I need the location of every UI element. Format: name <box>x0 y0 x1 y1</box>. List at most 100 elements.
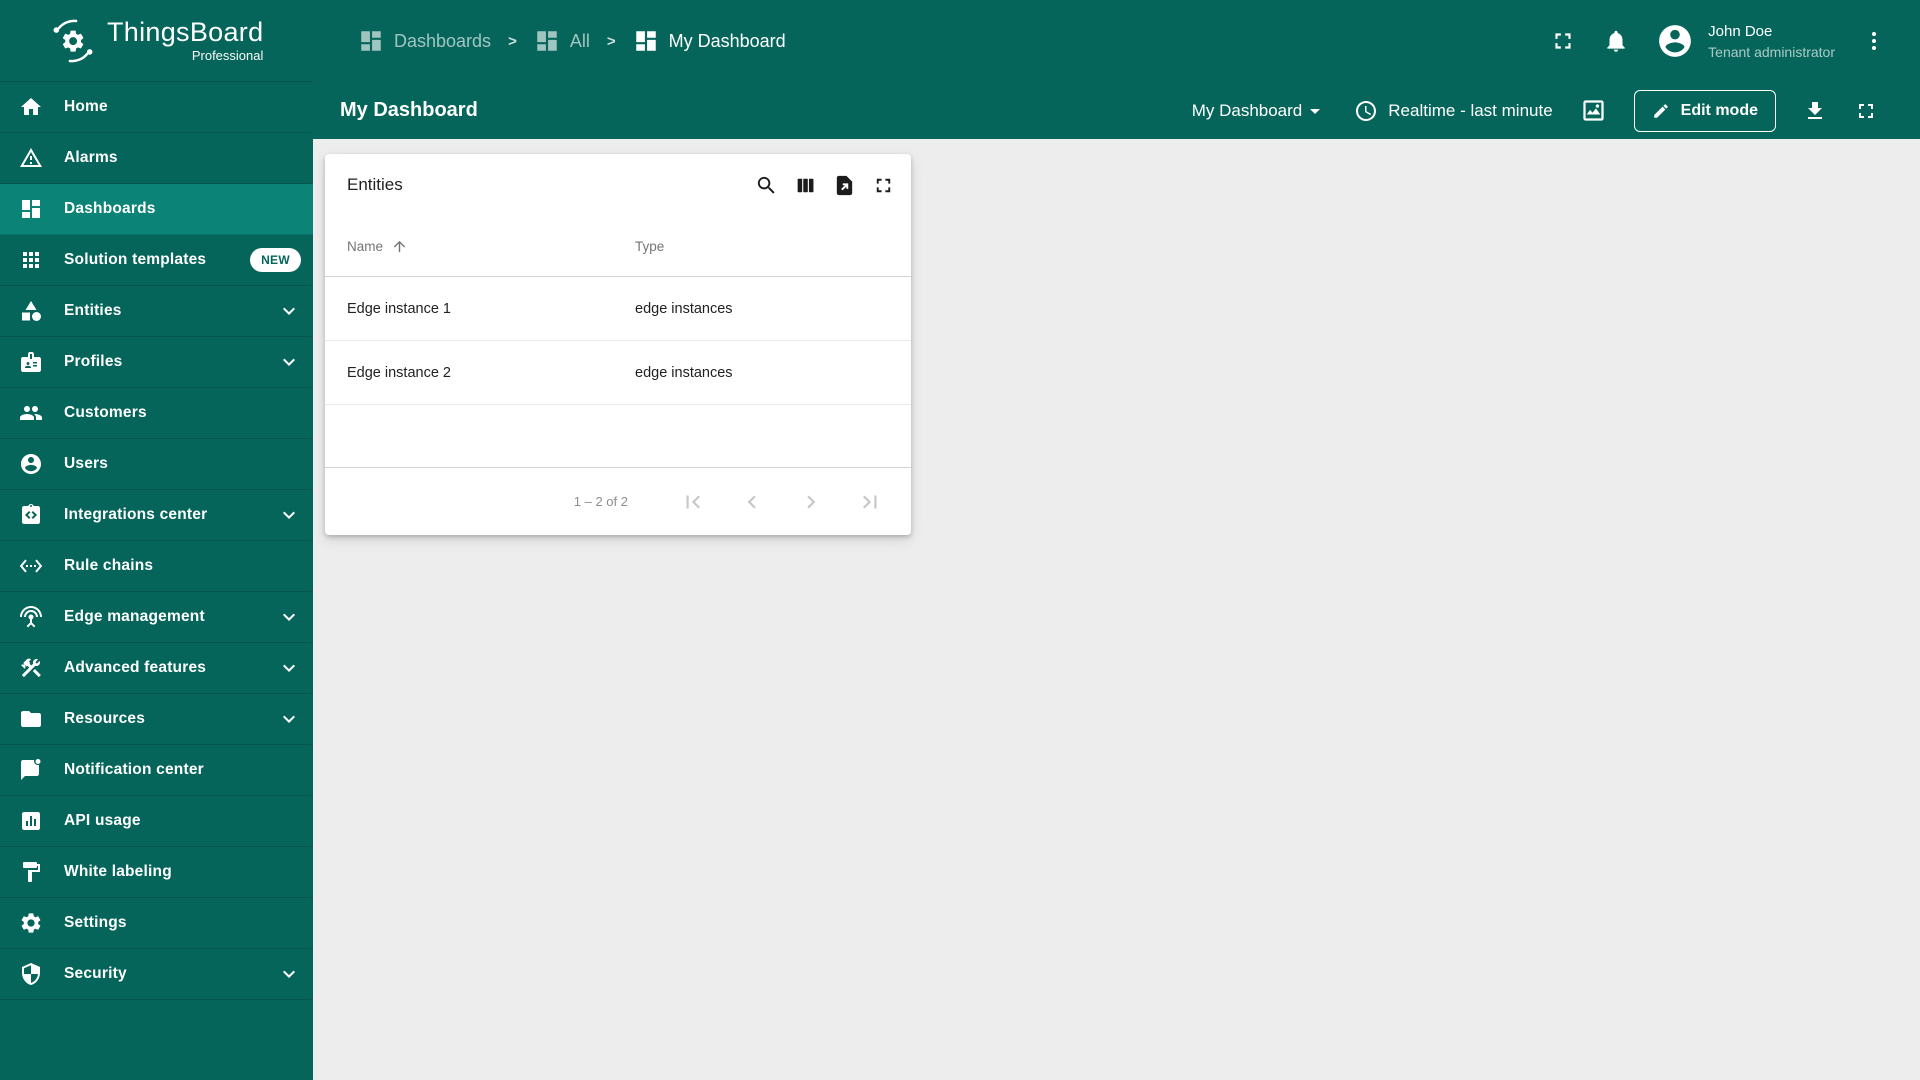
chevron-down-icon <box>1303 99 1327 123</box>
brand-logo[interactable]: ThingsBoard Professional <box>0 0 313 82</box>
table-pagination: 1 – 2 of 2 <box>325 468 911 535</box>
sidebar-item-integrations-center[interactable]: Integrations center <box>0 490 313 541</box>
widget-columns-button[interactable] <box>794 174 817 197</box>
brand-subtitle: Professional <box>191 47 264 63</box>
cell-type: edge instances <box>635 364 733 381</box>
edge-management-icon <box>19 605 43 629</box>
chevron-down-icon <box>277 350 301 374</box>
advanced-features-icon <box>19 656 43 680</box>
edit-mode-button[interactable]: Edit mode <box>1633 89 1776 132</box>
dashboard-icon <box>358 28 384 54</box>
sidebar-item-settings[interactable]: Settings <box>0 898 313 949</box>
columns-icon <box>794 174 817 197</box>
bell-icon <box>1603 28 1629 54</box>
first-page-button[interactable] <box>680 489 706 515</box>
widget-search-button[interactable] <box>755 174 778 197</box>
column-header-name[interactable]: Name <box>347 238 635 255</box>
widget-header: Entities <box>325 154 911 216</box>
breadcrumb-all[interactable]: All <box>534 28 590 54</box>
sidebar-nav: Home Alarms Dashboards Solution template… <box>0 82 313 1080</box>
sidebar-item-edge-management[interactable]: Edge management <box>0 592 313 643</box>
more-menu-button[interactable] <box>1862 29 1886 53</box>
notifications-button[interactable] <box>1603 28 1629 54</box>
integrations-center-icon <box>19 503 43 527</box>
breadcrumb-separator: > <box>508 32 517 50</box>
widget-fullscreen-button[interactable] <box>872 174 895 197</box>
table-row[interactable]: Edge instance 2 edge instances <box>325 341 911 405</box>
header-actions: John Doe Tenant administrator <box>1550 22 1886 60</box>
user-menu[interactable]: John Doe Tenant administrator <box>1656 22 1835 60</box>
cell-type: edge instances <box>635 300 733 317</box>
solution-templates-icon <box>19 248 43 272</box>
entities-icon <box>19 299 43 323</box>
top-header: Dashboards > All > My Dashboard John Doe… <box>313 0 1920 82</box>
white-labeling-icon <box>19 860 43 884</box>
fullscreen-button[interactable] <box>1550 28 1576 54</box>
export-file-icon <box>833 174 856 197</box>
dashboard-toolbar: My Dashboard My Dashboard Realtime - las… <box>313 82 1920 139</box>
dashboard-state-selector[interactable]: My Dashboard <box>1192 99 1328 123</box>
sidebar-item-api-usage[interactable]: API usage <box>0 796 313 847</box>
toolbar-actions: My Dashboard Realtime - last minute Edit… <box>1192 89 1878 132</box>
breadcrumb-my-dashboard[interactable]: My Dashboard <box>633 28 786 54</box>
breadcrumb-label: My Dashboard <box>668 30 786 51</box>
sidebar-item-solution-templates[interactable]: Solution templates NEW <box>0 235 313 286</box>
sidebar-item-white-labeling[interactable]: White labeling <box>0 847 313 898</box>
last-page-button[interactable] <box>857 489 883 515</box>
customers-icon <box>19 401 43 425</box>
breadcrumb: Dashboards > All > My Dashboard <box>358 28 786 54</box>
chevron-down-icon <box>277 656 301 680</box>
cell-name: Edge instance 2 <box>347 364 451 381</box>
sidebar: ThingsBoard Professional Home Alarms Das… <box>0 0 313 1080</box>
sidebar-item-rule-chains[interactable]: Rule chains <box>0 541 313 592</box>
toolbar-fullscreen-button[interactable] <box>1854 99 1878 123</box>
widget-export-button[interactable] <box>833 174 856 197</box>
sidebar-item-notification-center[interactable]: Notification center <box>0 745 313 796</box>
pagination-range-label: 1 – 2 of 2 <box>573 494 628 509</box>
sidebar-item-resources[interactable]: Resources <box>0 694 313 745</box>
last-page-icon <box>857 489 883 515</box>
breadcrumb-separator: > <box>606 32 616 50</box>
settings-icon <box>19 911 43 935</box>
dashboard-content: Entities Name Type Edge instance 1 edge … <box>313 139 1920 1080</box>
sidebar-item-alarms[interactable]: Alarms <box>0 133 313 184</box>
next-page-button[interactable] <box>798 489 824 515</box>
column-header-type[interactable]: Type <box>635 239 664 254</box>
breadcrumb-label: All <box>569 30 590 51</box>
thingsboard-logo-icon <box>48 16 98 66</box>
sidebar-item-profiles[interactable]: Profiles <box>0 337 313 388</box>
chevron-down-icon <box>277 962 301 986</box>
widget-title: Entities <box>347 175 403 194</box>
sidebar-item-customers[interactable]: Customers <box>0 388 313 439</box>
sidebar-item-security[interactable]: Security <box>0 949 313 1000</box>
rule-chains-icon <box>19 554 43 578</box>
home-icon <box>19 95 43 119</box>
chevron-down-icon <box>277 707 301 731</box>
sort-ascending-icon <box>391 238 408 255</box>
search-icon <box>755 174 778 197</box>
main-column: Dashboards > All > My Dashboard John Doe… <box>313 0 1920 1080</box>
new-badge: NEW <box>250 248 301 272</box>
timewindow-button[interactable]: Realtime - last minute <box>1354 99 1553 123</box>
dashboards-icon <box>19 197 43 221</box>
dashboard-icon <box>633 28 659 54</box>
sidebar-item-dashboards[interactable]: Dashboards <box>0 184 313 235</box>
table-empty-row <box>325 405 911 468</box>
breadcrumb-dashboards[interactable]: Dashboards <box>358 28 491 54</box>
sidebar-item-users[interactable]: Users <box>0 439 313 490</box>
previous-page-button[interactable] <box>739 489 765 515</box>
page-title: My Dashboard <box>340 99 478 121</box>
image-icon <box>1580 97 1607 124</box>
chevron-left-icon <box>739 489 765 515</box>
sidebar-item-entities[interactable]: Entities <box>0 286 313 337</box>
dashboard-icon <box>534 28 560 54</box>
chevron-down-icon <box>277 605 301 629</box>
sidebar-item-advanced-features[interactable]: Advanced features <box>0 643 313 694</box>
download-icon <box>1803 99 1827 123</box>
sidebar-item-home[interactable]: Home <box>0 82 313 133</box>
table-row[interactable]: Edge instance 1 edge instances <box>325 277 911 341</box>
notification-center-icon <box>19 758 43 782</box>
cell-name: Edge instance 1 <box>347 300 451 317</box>
image-button[interactable] <box>1580 97 1607 124</box>
export-dashboard-button[interactable] <box>1803 99 1827 123</box>
